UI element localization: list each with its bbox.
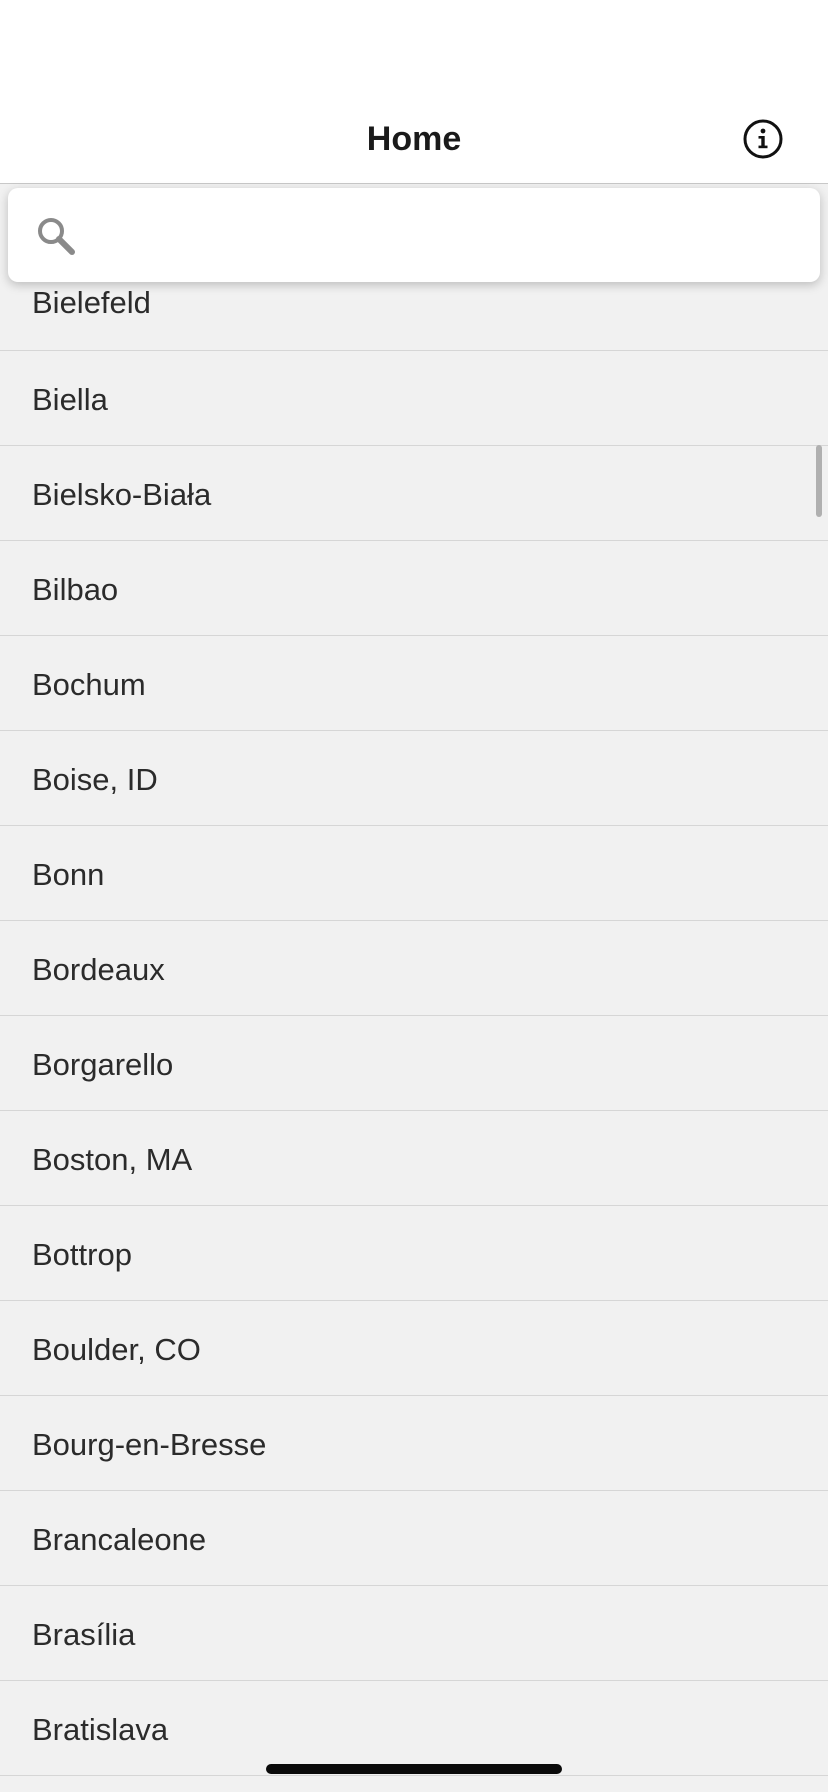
list-item[interactable]: Brancaleone: [0, 1491, 828, 1586]
city-label: Biella: [32, 382, 108, 417]
search-input[interactable]: [92, 206, 796, 266]
list-item[interactable]: Bonn: [0, 826, 828, 921]
city-label: Brancaleone: [32, 1522, 207, 1557]
city-label: Bielsko-Biała: [32, 477, 212, 512]
city-label: Bonn: [32, 857, 105, 892]
list-item[interactable]: Bourg-en-Bresse: [0, 1396, 828, 1491]
info-circle-icon: [743, 119, 783, 159]
list-item[interactable]: Bilbao: [0, 541, 828, 636]
list-item[interactable]: Bielsko-Biała: [0, 446, 828, 541]
city-label: Brasília: [32, 1617, 136, 1652]
city-label: Bottrop: [32, 1237, 132, 1272]
city-label: Bordeaux: [32, 952, 165, 987]
list-item[interactable]: Brasília: [0, 1586, 828, 1681]
list-item[interactable]: Bottrop: [0, 1206, 828, 1301]
scrollbar[interactable]: [816, 445, 822, 517]
home-indicator[interactable]: [266, 1764, 562, 1774]
list-item[interactable]: Bochum: [0, 636, 828, 731]
list-item[interactable]: Bratislava: [0, 1681, 828, 1776]
city-label: Bourg-en-Bresse: [32, 1427, 267, 1462]
list-item[interactable]: Boston, MA: [0, 1111, 828, 1206]
search-bar: [8, 188, 820, 282]
city-label: Bratislava: [32, 1712, 169, 1747]
list-item[interactable]: Borgarello: [0, 1016, 828, 1111]
city-label: Boston, MA: [32, 1142, 193, 1177]
page-title: Home: [366, 120, 462, 158]
city-label: Bilbao: [32, 572, 119, 607]
city-label: Bochum: [32, 667, 146, 702]
list-item[interactable]: Biella: [0, 351, 828, 446]
status-bar: [0, 0, 828, 94]
navigation-bar: Home: [0, 94, 828, 184]
city-label: Boise, ID: [32, 762, 158, 797]
city-list: Bielefeld Biella Bielsko-Biała Bilbao Bo…: [0, 256, 828, 1776]
city-label: Boulder, CO: [32, 1332, 201, 1367]
list-item[interactable]: Boulder, CO: [0, 1301, 828, 1396]
search-icon: [38, 218, 75, 255]
info-button[interactable]: [740, 116, 786, 162]
city-label: Bielefeld: [32, 285, 151, 320]
list-item[interactable]: Boise, ID: [0, 731, 828, 826]
city-label: Borgarello: [32, 1047, 174, 1082]
list-item[interactable]: Bordeaux: [0, 921, 828, 1016]
